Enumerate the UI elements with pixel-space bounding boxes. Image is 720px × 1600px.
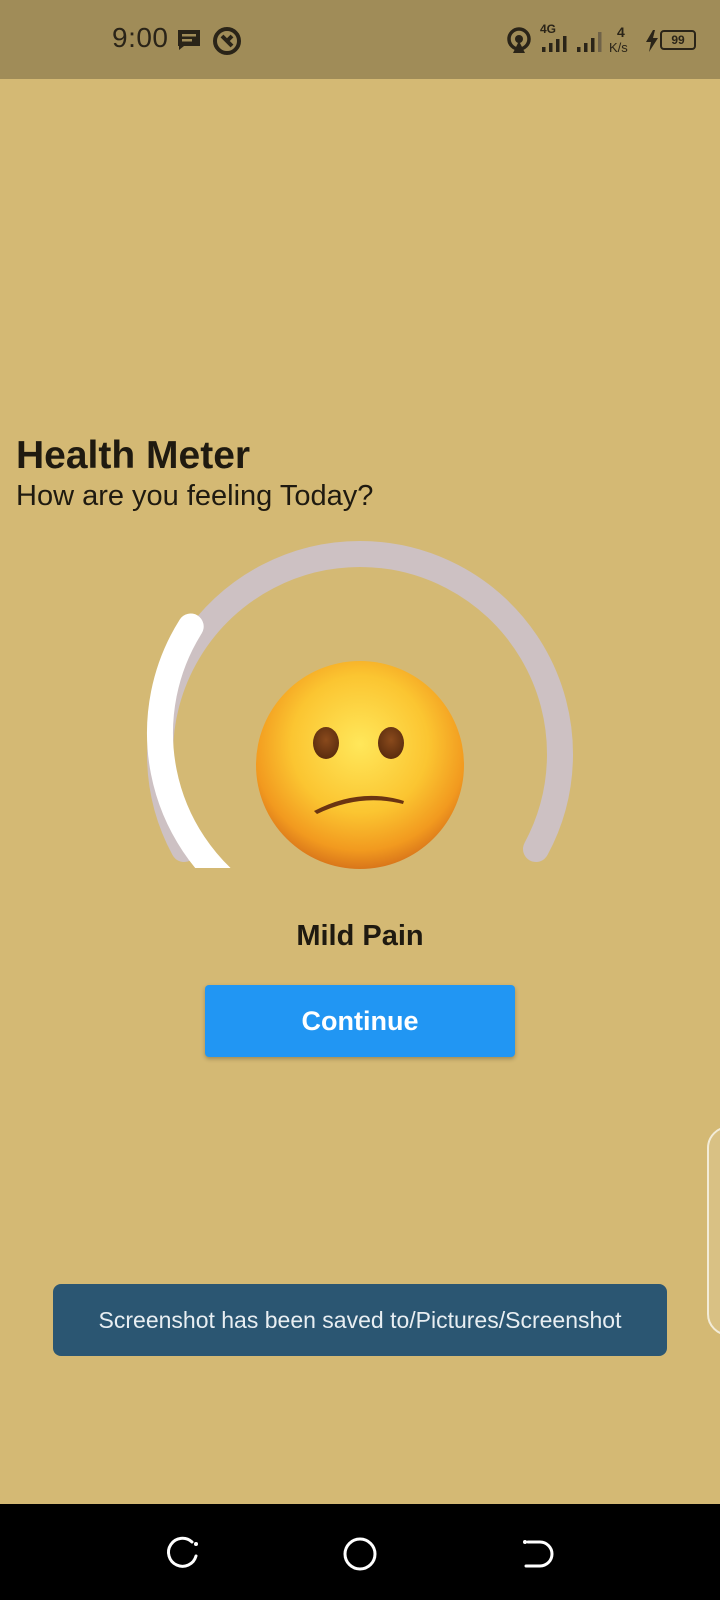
message-icon <box>178 30 200 50</box>
home-icon[interactable] <box>340 1534 380 1574</box>
network-speed-unit: K/s <box>609 40 628 55</box>
status-time: 9:00 <box>112 22 169 53</box>
signal-icon <box>577 32 602 52</box>
signal-icon <box>542 36 567 52</box>
meter-progress <box>147 613 231 868</box>
status-bar: 9:00 4G 4 K/s 99 <box>0 0 720 79</box>
page-subtitle: How are you feeling Today? <box>16 480 374 512</box>
screenshot-toast: Screenshot has been saved to/Pictures/Sc… <box>53 1284 667 1356</box>
charging-icon <box>646 30 658 52</box>
edge-panel-handle[interactable] <box>707 1126 720 1336</box>
vpn-icon <box>213 27 241 55</box>
recents-icon[interactable] <box>164 1534 204 1574</box>
hotspot-icon <box>507 27 531 53</box>
navigation-bar <box>0 1504 720 1600</box>
network-type: 4G <box>540 22 557 36</box>
slightly-frowning-face-icon <box>256 661 464 869</box>
page-title: Health Meter <box>16 434 251 477</box>
network-speed-value: 4 <box>617 24 625 40</box>
battery-icon: 99 <box>660 30 696 50</box>
continue-button[interactable]: Continue <box>205 985 515 1057</box>
back-icon[interactable] <box>516 1534 556 1574</box>
mood-label: Mild Pain <box>296 920 424 952</box>
battery-level: 99 <box>671 33 685 47</box>
